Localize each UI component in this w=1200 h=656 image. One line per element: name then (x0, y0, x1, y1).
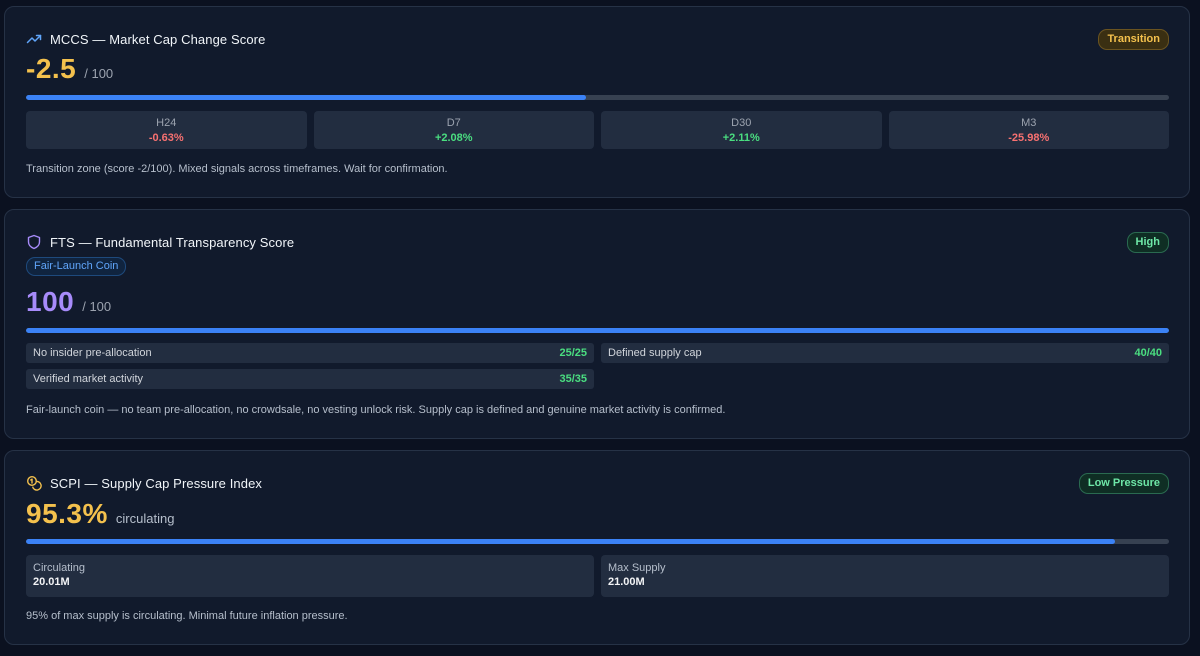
circulating-label: Circulating (33, 562, 85, 574)
timeframe-cell-h24: H24 -0.63% (26, 111, 307, 149)
fts-card: FTS — Fundamental Transparency Score Hig… (4, 209, 1190, 439)
timeframe-value: +2.11% (722, 132, 760, 144)
timeframe-label: D7 (446, 117, 461, 129)
fts-header: FTS — Fundamental Transparency Score Hig… (26, 231, 1169, 253)
fair-launch-tag: Fair-Launch Coin (26, 257, 127, 276)
coins-icon (26, 475, 42, 491)
mccs-status-badge: Transition (1098, 28, 1169, 50)
scpi-description: 95% of max supply is circulating. Minima… (26, 610, 348, 622)
scpi-card: SCPI — Supply Cap Pressure Index Low Pre… (4, 450, 1190, 645)
mccs-score-value: -2.5 (26, 53, 77, 84)
criterion-score: 35/35 (559, 373, 587, 385)
criterion-label: No insider pre-allocation (33, 347, 152, 359)
trending-up-icon (26, 31, 42, 47)
scpi-title: SCPI — Supply Cap Pressure Index (50, 475, 263, 491)
mccs-description: Transition zone (score -2/100). Mixed si… (26, 163, 448, 175)
mccs-score-suffix: / 100 (84, 66, 114, 81)
criterion-label: Verified market activity (33, 373, 144, 385)
fts-score-suffix: / 100 (82, 299, 112, 314)
fts-progress-fill (26, 328, 1169, 333)
mccs-progress-bar (26, 95, 1169, 100)
scpi-progress-fill (26, 539, 1116, 544)
shield-icon (26, 234, 42, 250)
circulating-value: 20.01M (33, 576, 70, 588)
scpi-supply-grid: Circulating 20.01M Max Supply 21.00M (26, 555, 1169, 597)
scpi-score-suffix: circulating (115, 511, 175, 526)
timeframe-label: D30 (731, 117, 752, 129)
timeframe-cell-d30: D30 +2.11% (601, 111, 882, 149)
timeframe-value: +2.08% (434, 132, 473, 144)
criterion-score: 25/25 (559, 347, 587, 359)
mccs-score-row: -2.5 / 100 (26, 53, 113, 85)
max-supply-label: Max Supply (608, 562, 666, 574)
timeframe-cell-d7: D7 +2.08% (313, 111, 594, 149)
fts-criteria-grid: No insider pre-allocation 25/25 Defined … (26, 343, 1169, 389)
fts-score-value: 100 (26, 286, 75, 317)
fts-description: Fair-launch coin — no team pre-allocatio… (26, 404, 726, 416)
fts-status-badge: High (1126, 231, 1169, 253)
timeframe-label: M3 (1021, 117, 1037, 129)
mccs-card: MCCS — Market Cap Change Score Transitio… (4, 6, 1190, 198)
timeframe-cell-m3: M3 -25.98% (888, 111, 1169, 149)
criterion-row: No insider pre-allocation 25/25 (26, 343, 594, 363)
timeframe-value: -25.98% (1008, 132, 1050, 144)
fts-progress-bar (26, 328, 1169, 333)
scpi-status-badge: Low Pressure (1078, 472, 1169, 494)
mccs-header: MCCS — Market Cap Change Score Transitio… (26, 28, 1169, 50)
mccs-progress-fill (26, 95, 587, 100)
circulating-cell: Circulating 20.01M (26, 555, 594, 597)
fts-title: FTS — Fundamental Transparency Score (50, 234, 295, 250)
timeframe-value: -0.63% (148, 132, 184, 144)
fts-score-row: 100 / 100 (26, 286, 111, 318)
criterion-label: Defined supply cap (608, 347, 702, 359)
criterion-row: Defined supply cap 40/40 (601, 343, 1169, 363)
scpi-score-value: 95.3% (26, 498, 108, 529)
criterion-row: Verified market activity 35/35 (26, 369, 594, 389)
criterion-score: 40/40 (1134, 347, 1162, 359)
mccs-title: MCCS — Market Cap Change Score (50, 31, 266, 47)
timeframe-label: H24 (156, 117, 177, 129)
mccs-timeframe-grid: H24 -0.63% D7 +2.08% D30 +2.11% M3 -25.9… (26, 111, 1169, 149)
scpi-progress-bar (26, 539, 1169, 544)
scpi-header: SCPI — Supply Cap Pressure Index Low Pre… (26, 472, 1169, 494)
scpi-score-row: 95.3% circulating (26, 498, 174, 530)
max-supply-cell: Max Supply 21.00M (601, 555, 1169, 597)
max-supply-value: 21.00M (608, 576, 645, 588)
